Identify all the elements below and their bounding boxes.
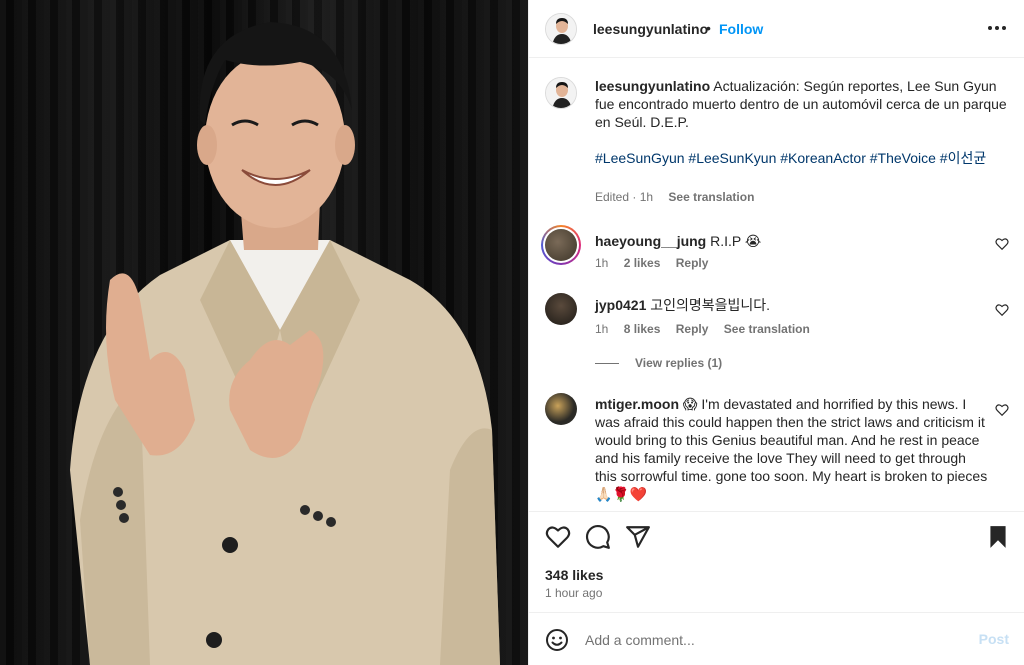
comment-see-translation[interactable]: See translation xyxy=(724,322,810,336)
follow-button[interactable]: Follow xyxy=(719,21,763,37)
bookmark-icon[interactable] xyxy=(985,524,1011,550)
comment-text: R.I.P 😭 xyxy=(710,233,762,249)
comment-icon[interactable] xyxy=(585,524,611,550)
comment-like-icon[interactable] xyxy=(995,237,1009,251)
comment-like-icon[interactable] xyxy=(995,403,1009,417)
caption-avatar-image xyxy=(546,78,576,108)
caption-hashtags[interactable]: #LeeSunGyun #LeeSunKyun #KoreanActor #Th… xyxy=(595,149,1015,167)
post-photo[interactable] xyxy=(0,0,528,665)
more-horizontal-icon[interactable] xyxy=(985,16,1009,40)
commenter-avatar[interactable] xyxy=(545,293,577,325)
comment-username[interactable]: haeyoung__jung xyxy=(595,233,706,249)
comment-text-block: mtiger.moon 😱 I'm devastated and horrifi… xyxy=(595,395,991,503)
comment-time: 1h xyxy=(595,322,609,336)
view-replies-button[interactable]: View replies (1) xyxy=(595,356,722,370)
comment-username[interactable]: mtiger.moon xyxy=(595,396,679,412)
reply-button[interactable]: Reply xyxy=(676,322,709,336)
instagram-post: leesungyunlatino • Follow leesungyunlati… xyxy=(0,0,1024,665)
comment-text: 고인의명복을빕니다. xyxy=(650,297,771,313)
post-caption: leesungyunlatino Actualización: Según re… xyxy=(545,59,1009,209)
post-comment-button[interactable]: Post xyxy=(979,631,1009,647)
heart-icon[interactable] xyxy=(545,524,571,550)
comment-time: 1h xyxy=(595,256,609,270)
comments-area[interactable]: leesungyunlatino Actualización: Según re… xyxy=(529,59,1024,511)
share-icon[interactable] xyxy=(625,524,651,550)
likes-count[interactable]: 348 likes xyxy=(545,567,603,583)
comment-text-block: haeyoung__jung R.I.P 😭 xyxy=(595,232,995,250)
comment-input[interactable] xyxy=(585,629,945,651)
smiling-man-clapping-photo xyxy=(70,22,500,665)
comment-meta: 1h 8 likes Reply See translation xyxy=(595,322,822,336)
post-side-panel: leesungyunlatino • Follow leesungyunlati… xyxy=(528,0,1024,665)
comment-item: mtiger.moon 😱 I'm devastated and horrifi… xyxy=(545,393,1009,511)
post-header: leesungyunlatino • Follow xyxy=(529,0,1024,58)
comment-text-block: jyp0421 고인의명복을빕니다. xyxy=(595,296,995,314)
reply-button[interactable]: Reply xyxy=(676,256,709,270)
caption-edited-time: Edited · 1h xyxy=(595,190,654,204)
comment-item: haeyoung__jung R.I.P 😭 1h 2 likes Reply xyxy=(541,225,1009,285)
post-actions xyxy=(529,511,1024,561)
post-time: 1 hour ago xyxy=(545,586,603,600)
caption-text-block: leesungyunlatino Actualización: Según re… xyxy=(595,77,1015,131)
emoji-icon[interactable] xyxy=(545,628,569,652)
comment-username[interactable]: jyp0421 xyxy=(595,297,646,313)
separator-dot: • xyxy=(706,20,711,36)
comment-likes[interactable]: 8 likes xyxy=(624,322,661,336)
view-replies-label: View replies (1) xyxy=(635,356,723,370)
comment-meta: 1h 2 likes Reply xyxy=(595,256,720,270)
comment-like-icon[interactable] xyxy=(995,303,1009,317)
comment-bar: Post xyxy=(529,612,1024,665)
author-username[interactable]: leesungyunlatino xyxy=(593,21,708,37)
comment-likes[interactable]: 2 likes xyxy=(624,256,661,270)
caption-see-translation[interactable]: See translation xyxy=(668,190,754,204)
caption-meta: Edited · 1h See translation xyxy=(595,190,766,204)
caption-avatar[interactable] xyxy=(545,77,577,109)
story-ring-avatar[interactable] xyxy=(541,225,581,265)
author-avatar-image xyxy=(546,14,576,44)
author-avatar[interactable] xyxy=(545,13,577,45)
caption-username[interactable]: leesungyunlatino xyxy=(595,78,710,94)
commenter-avatar[interactable] xyxy=(545,393,577,425)
comment-item: jyp0421 고인의명복을빕니다. 1h 8 likes Reply See … xyxy=(545,293,1009,373)
replies-divider-line xyxy=(595,362,619,364)
